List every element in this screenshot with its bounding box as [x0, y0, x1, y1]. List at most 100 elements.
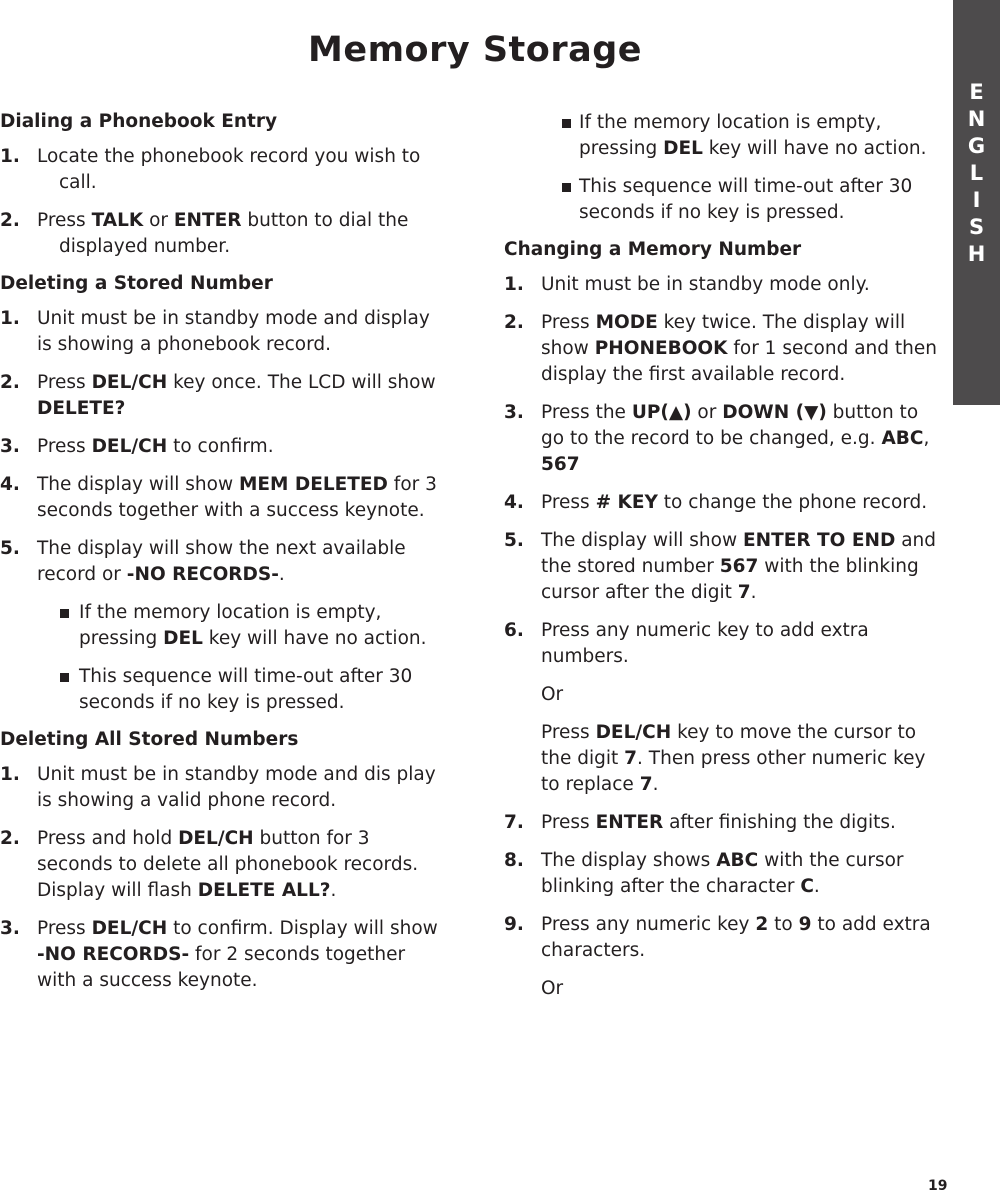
alternative-step: Press DEL/CH key to move the cursor to t… — [504, 720, 944, 798]
text-run: The display will show — [541, 530, 743, 551]
step-item: 4. The display will show MEM DELETED for … — [0, 472, 450, 524]
step-item: 5. The display will show the next availab… — [0, 536, 450, 588]
step-item: 9. Press any numeric key 2 to 9 to add ex… — [504, 912, 944, 964]
key-term: DEL — [163, 628, 203, 649]
text-run: The display will show — [37, 474, 239, 495]
text-run: Press any numeric key — [541, 914, 756, 935]
step-number: 7. — [504, 812, 524, 833]
step-number: 3. — [504, 402, 524, 423]
step-number: 9. — [504, 914, 524, 935]
page-number: 19 — [928, 1178, 948, 1194]
section-heading: Deleting All Stored Numbers — [0, 729, 299, 750]
text-run: key will have no action. — [702, 138, 927, 159]
text-run: Press — [541, 312, 596, 333]
text-run: Locate the phonebook record you wish to — [37, 146, 421, 167]
tab-letter: E — [969, 80, 984, 104]
key-term: DEL/CH — [595, 722, 672, 743]
or-text: Or — [541, 684, 564, 705]
step-number: 5. — [0, 538, 20, 559]
key-term: ABC — [881, 428, 924, 449]
tab-letter: G — [967, 134, 986, 158]
key-term: 7 — [639, 774, 653, 795]
step-item: 6. Press any numeric key to add extra num… — [504, 618, 944, 670]
text-run: Press and hold — [37, 828, 179, 849]
key-term: 7 — [624, 748, 638, 769]
key-term: DEL/CH — [91, 918, 168, 939]
step-number: 2. — [504, 312, 524, 333]
key-term: ENTER TO END — [742, 530, 896, 551]
key-term: TALK — [91, 210, 144, 231]
step-item: 1. Unit must be in standby mode and dis p… — [0, 762, 450, 814]
step-number: 3. — [0, 436, 20, 457]
key-term: 7 — [737, 582, 751, 603]
text-run: Press — [541, 812, 596, 833]
bullet-list: If the memory location is empty, pressin… — [504, 110, 944, 226]
or-text: Or — [541, 978, 564, 999]
right-column: If the memory location is empty, pressin… — [504, 110, 944, 1014]
bullet-list: If the memory location is empty, pressin… — [0, 600, 450, 716]
key-term: DEL/CH — [91, 372, 168, 393]
key-term: DEL/CH — [91, 436, 168, 457]
square-bullet-icon — [562, 183, 571, 192]
key-term: 567 — [541, 454, 580, 475]
bullet-item: If the memory location is empty, pressin… — [0, 600, 450, 652]
step-number: 5. — [504, 530, 524, 551]
step-number: 3. — [0, 918, 20, 939]
section-heading: Deleting a Stored Number — [0, 273, 273, 294]
key-term: DEL — [663, 138, 703, 159]
step-number: 1. — [0, 308, 20, 329]
tab-letter: I — [972, 188, 981, 212]
text-run: displayed number. — [59, 236, 231, 257]
section-heading: Changing a Memory Number — [504, 239, 802, 260]
text-run: Press any numeric key to add extra numbe… — [541, 620, 869, 667]
step-number: 2. — [0, 828, 20, 849]
key-term: MEM DELETED — [238, 474, 388, 495]
text-run: , — [923, 428, 930, 449]
language-tab-letters: ENGLISH — [953, 79, 1000, 268]
text-run: Press — [37, 210, 92, 231]
text-run: Unit must be in standby mode and dis pla… — [37, 764, 436, 811]
step-number: 2. — [0, 372, 20, 393]
text-run: . — [750, 582, 757, 603]
step-item: 2. Press DEL/CH key once. The LCD will sh… — [0, 370, 450, 422]
key-term: 9 — [798, 914, 812, 935]
key-term: DEL/CH — [178, 828, 254, 849]
step-item: 3. Press DEL/CH to confirm. Display will … — [0, 916, 450, 994]
step-continuation: displayed number. — [37, 234, 450, 260]
tab-letter: S — [968, 215, 985, 239]
step-item: 1. Locate the phonebook record you wish t… — [0, 144, 450, 196]
text-run: key once. The LCD will show — [167, 372, 436, 393]
text-run: The display shows — [541, 850, 717, 871]
key-term: DELETE ALL? — [197, 880, 331, 901]
page-title: Memory Storage — [308, 30, 642, 70]
key-term: MODE — [595, 312, 658, 333]
section-dialing: Dialing a Phonebook Entry 1. Locate the p… — [0, 110, 450, 260]
square-bullet-icon — [562, 119, 571, 128]
text-run: button to dial the — [241, 210, 409, 231]
steps-list: 1. Unit must be in standby mode only. 2. Pr… — [504, 272, 944, 670]
step-item: 4. Press # KEY to change the phone record… — [504, 490, 944, 516]
text-run: to — [768, 914, 799, 935]
key-term: UP(▲) — [631, 402, 692, 423]
key-term: 567 — [719, 556, 759, 577]
square-bullet-icon — [60, 609, 69, 618]
text-run: Unit must be in standby mode only. — [541, 274, 870, 295]
text-run: Unit must be in standby mode and display… — [37, 308, 430, 355]
key-term: # KEY — [595, 492, 658, 513]
step-item: 2. Press TALK or ENTER button to dial the… — [0, 208, 450, 260]
steps-list: 1. Locate the phonebook record you wish t… — [0, 144, 450, 260]
section-deleting-all: Deleting All Stored Numbers 1. Unit must … — [0, 728, 450, 994]
text-run: Press the — [541, 402, 632, 423]
language-tab: ENGLISH — [953, 0, 1000, 405]
left-column: Dialing a Phonebook Entry 1. Locate the p… — [0, 110, 450, 1006]
step-item: 1. Unit must be in standby mode and displ… — [0, 306, 450, 358]
text-run: . — [813, 876, 820, 897]
steps-list: 1. Unit must be in standby mode and dis p… — [0, 762, 450, 994]
step-item: 8. The display shows ABC with the cursor … — [504, 848, 944, 900]
step-item: 5. The display will show ENTER TO END and… — [504, 528, 944, 606]
tab-letter: H — [967, 242, 986, 266]
key-term: ENTER — [595, 812, 664, 833]
bullet-item: This sequence will time-out after 30 sec… — [504, 174, 944, 226]
step-item: 2. Press and hold DEL/CH button for 3 sec… — [0, 826, 450, 904]
key-term: 2 — [755, 914, 769, 935]
